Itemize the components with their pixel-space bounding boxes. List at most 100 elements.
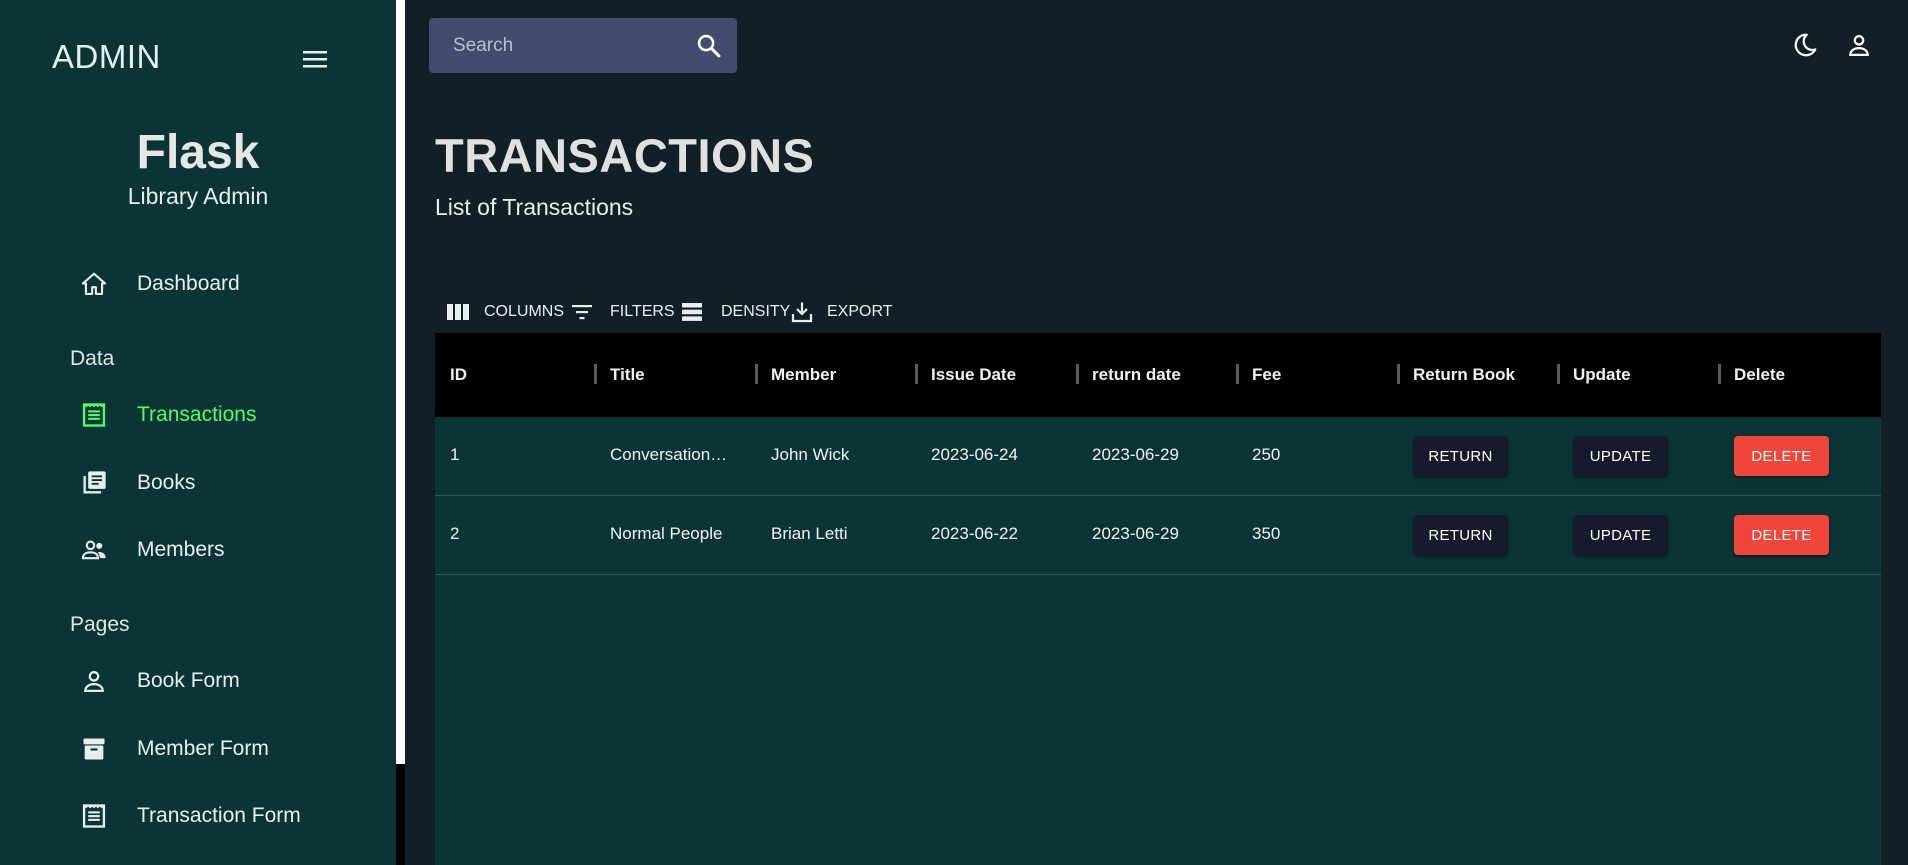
- column-header-label: return date: [1092, 365, 1181, 384]
- cell-title: Conversations with Friends: [595, 417, 756, 495]
- delete-button[interactable]: DELETE: [1734, 436, 1829, 476]
- column-separator[interactable]: [755, 364, 758, 384]
- density-button[interactable]: DENSITY: [680, 297, 790, 327]
- grid-header: ID Title Member Issue Date return date F…: [435, 333, 1881, 417]
- cell-id: 1: [435, 417, 595, 495]
- export-label: EXPORT: [827, 303, 893, 320]
- profile-name: Flask: [136, 126, 260, 179]
- density-icon: [682, 303, 702, 321]
- column-header-return-book[interactable]: Return Book: [1397, 333, 1558, 417]
- menu-icon[interactable]: [300, 47, 330, 71]
- sidebar-item-book-form[interactable]: Book Form: [70, 659, 370, 703]
- column-header-label: Fee: [1252, 365, 1282, 384]
- density-label: DENSITY: [721, 303, 791, 320]
- cell-return-date: 2023-06-29: [1077, 417, 1237, 495]
- sidebar-item-transactions[interactable]: Transactions: [70, 393, 370, 437]
- column-header-label: Title: [610, 365, 645, 384]
- sidebar-item-members[interactable]: Members: [70, 528, 370, 572]
- sidebar-item-transaction-form[interactable]: Transaction Form: [70, 794, 370, 838]
- update-button[interactable]: UPDATE: [1573, 436, 1668, 476]
- cell-id: 2: [435, 496, 595, 574]
- cell-text: John Wick: [771, 445, 850, 464]
- cell-text: Conversations with Friends: [610, 445, 735, 464]
- page-title: TRANSACTIONS: [435, 129, 815, 182]
- cell-title: Normal People: [595, 496, 756, 574]
- home-icon: [80, 270, 108, 298]
- cell-text: 1: [450, 445, 460, 464]
- cell-issue-date: 2023-06-22: [916, 496, 1077, 574]
- column-separator[interactable]: [1236, 364, 1239, 384]
- update-button[interactable]: UPDATE: [1573, 515, 1668, 555]
- cell-text: Normal People: [610, 524, 723, 543]
- column-header-label: Update: [1573, 365, 1631, 384]
- filters-button[interactable]: FILTERS: [570, 297, 675, 327]
- column-header-id[interactable]: ID: [435, 333, 595, 417]
- filters-label: FILTERS: [610, 303, 675, 320]
- people-icon: [80, 536, 108, 564]
- column-separator[interactable]: [1718, 364, 1721, 384]
- cell-update: UPDATE: [1558, 417, 1719, 495]
- sidebar-brand: ADMIN: [52, 38, 161, 75]
- column-separator[interactable]: [1076, 364, 1079, 384]
- sidebar-item-label: Member Form: [137, 737, 269, 760]
- sidebar-item-label: Transactions: [137, 403, 257, 426]
- sidebar-item-member-form[interactable]: Member Form: [70, 727, 370, 771]
- sidebar: ADMIN Flask Library Admin Dashboard Data…: [0, 0, 396, 865]
- column-separator[interactable]: [1557, 364, 1560, 384]
- column-header-delete[interactable]: Delete: [1718, 333, 1881, 417]
- scrollbar-thumb[interactable]: [396, 764, 405, 865]
- column-separator[interactable]: [594, 364, 597, 384]
- column-separator[interactable]: [1397, 364, 1400, 384]
- column-header-return-date[interactable]: return date: [1076, 333, 1237, 417]
- page-subtitle: List of Transactions: [435, 194, 634, 220]
- columns-button[interactable]: COLUMNS: [446, 297, 564, 327]
- column-header-fee[interactable]: Fee: [1236, 333, 1398, 417]
- search-box: [429, 18, 737, 73]
- column-header-title[interactable]: Title: [594, 333, 756, 417]
- view-column-icon: [447, 304, 469, 320]
- receipt-icon: [80, 802, 108, 830]
- profile-icon[interactable]: [1845, 31, 1873, 59]
- column-header-update[interactable]: Update: [1557, 333, 1719, 417]
- sidebar-item-books[interactable]: Books: [70, 461, 370, 505]
- archive-icon: [80, 735, 108, 763]
- cell-fee: 250: [1237, 417, 1398, 495]
- profile-role: Library Admin: [127, 183, 269, 209]
- return-button[interactable]: RETURN: [1413, 436, 1508, 476]
- column-header-member[interactable]: Member: [755, 333, 916, 417]
- search-icon[interactable]: [695, 32, 723, 60]
- sidebar-item-label: Transaction Form: [137, 804, 301, 827]
- table-row[interactable]: 1 Conversations with Friends John Wick 2…: [435, 417, 1881, 496]
- cell-text: 2023-06-22: [931, 524, 1018, 543]
- sidebar-header: ADMIN: [52, 38, 342, 78]
- library-books-icon: [80, 469, 108, 497]
- export-button[interactable]: EXPORT: [790, 297, 893, 327]
- sidebar-scrollbar[interactable]: [396, 0, 405, 865]
- download-icon: [791, 302, 813, 323]
- cell-text: 2023-06-24: [931, 445, 1018, 464]
- column-header-label: Issue Date: [931, 365, 1017, 384]
- cell-member: Brian Letti: [756, 496, 916, 574]
- search-input[interactable]: [451, 30, 685, 62]
- cell-return-book: RETURN: [1398, 417, 1558, 495]
- sidebar-item-label: Books: [137, 471, 196, 494]
- column-header-issue-date[interactable]: Issue Date: [915, 333, 1077, 417]
- section-label-pages: Pages: [70, 613, 130, 636]
- sidebar-item-label: Members: [137, 538, 225, 561]
- column-header-label: Member: [771, 365, 837, 384]
- sidebar-item-label: Book Form: [137, 669, 240, 692]
- column-header-label: ID: [450, 365, 467, 384]
- sidebar-item-dashboard[interactable]: Dashboard: [70, 262, 370, 306]
- cell-return-date: 2023-06-29: [1077, 496, 1237, 574]
- cell-member: John Wick: [756, 417, 916, 495]
- receipt-icon: [80, 401, 108, 429]
- cell-return-book: RETURN: [1398, 496, 1558, 574]
- return-button[interactable]: RETURN: [1413, 515, 1508, 555]
- cell-delete: DELETE: [1719, 417, 1881, 495]
- cell-issue-date: 2023-06-24: [916, 417, 1077, 495]
- columns-label: COLUMNS: [484, 303, 565, 320]
- column-separator[interactable]: [915, 364, 918, 384]
- dark-mode-icon[interactable]: [1791, 31, 1819, 59]
- table-row[interactable]: 2 Normal People Brian Letti 2023-06-22 2…: [435, 496, 1881, 575]
- delete-button[interactable]: DELETE: [1734, 515, 1829, 555]
